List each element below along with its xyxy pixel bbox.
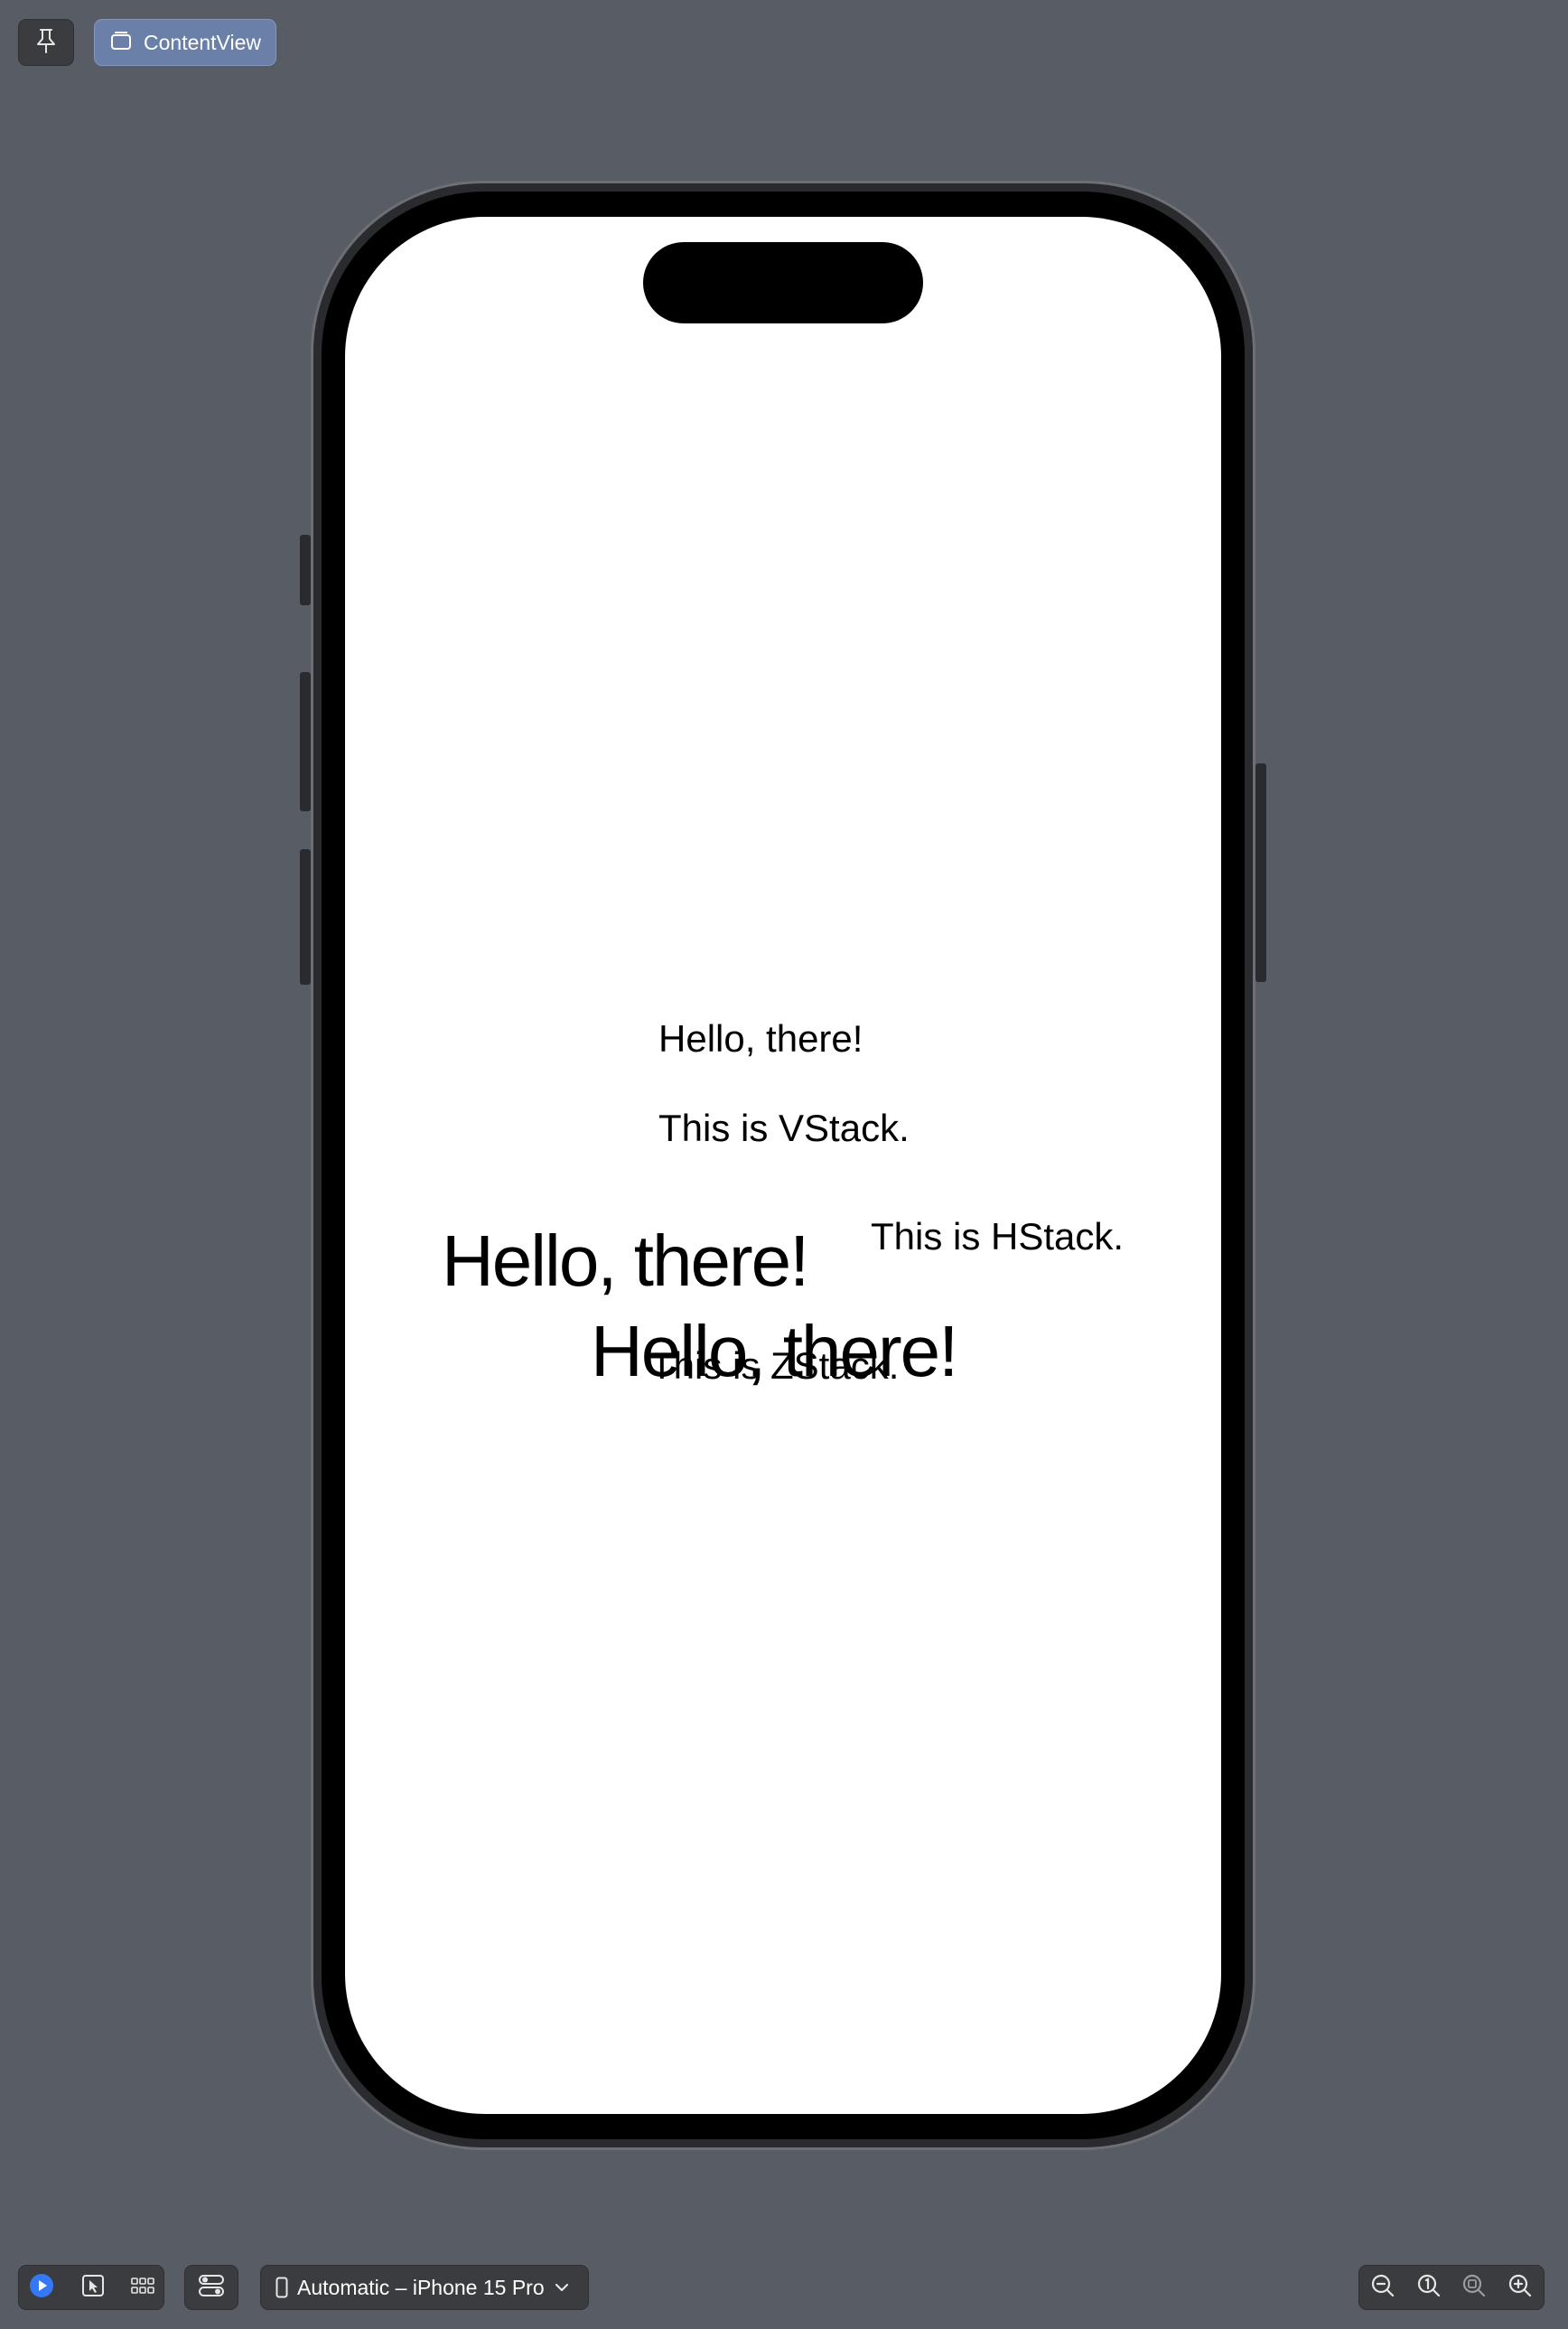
zoom-controls-group — [1358, 2265, 1545, 2310]
phone-screen: Hello, there! This is VStack. Hello, the… — [345, 217, 1221, 2114]
zoom-out-icon — [1370, 2273, 1395, 2303]
selectable-mode-button[interactable] — [81, 2274, 105, 2302]
zoom-in-icon — [1507, 2273, 1533, 2303]
preview-mode-group — [18, 2265, 164, 2310]
dynamic-island — [643, 242, 923, 323]
vstack-hello-text: Hello, there! — [658, 1017, 863, 1060]
zoom-fit-icon — [1461, 2273, 1487, 2303]
volume-down-button — [300, 849, 311, 985]
action-button — [300, 535, 311, 605]
window-stack-icon — [109, 29, 133, 56]
live-preview-button[interactable] — [28, 2272, 55, 2304]
content-view-button[interactable]: ContentView — [94, 19, 276, 66]
power-button — [1255, 763, 1266, 982]
toggle-settings-icon — [198, 2274, 225, 2302]
volume-up-button — [300, 672, 311, 811]
play-icon — [28, 2272, 55, 2304]
chevron-down-icon — [554, 2282, 570, 2293]
device-settings-button[interactable] — [198, 2274, 225, 2302]
zstack-label-text: This is ZStack. — [650, 1344, 900, 1387]
hstack-hello-text: Hello, there! — [442, 1221, 809, 1301]
zoom-100-icon — [1416, 2273, 1442, 2303]
variants-button[interactable] — [131, 2277, 154, 2299]
device-selector[interactable]: Automatic – iPhone 15 Pro — [260, 2265, 589, 2310]
device-settings-group — [184, 2265, 238, 2310]
cursor-select-icon — [81, 2274, 105, 2302]
zoom-out-button[interactable] — [1370, 2273, 1395, 2303]
device-label: Automatic – iPhone 15 Pro — [297, 2275, 545, 2299]
pin-icon — [34, 27, 58, 59]
pin-button[interactable] — [18, 19, 74, 66]
zoom-to-fit-button[interactable] — [1461, 2273, 1487, 2303]
content-view-label: ContentView — [144, 30, 261, 54]
iphone-icon — [275, 2277, 288, 2298]
vstack-label-text: This is VStack. — [658, 1107, 910, 1149]
zoom-actual-size-button[interactable] — [1416, 2273, 1442, 2303]
hstack-label-text: This is HStack. — [871, 1215, 1125, 1258]
grid-icon — [131, 2277, 154, 2299]
zoom-in-button[interactable] — [1507, 2273, 1533, 2303]
